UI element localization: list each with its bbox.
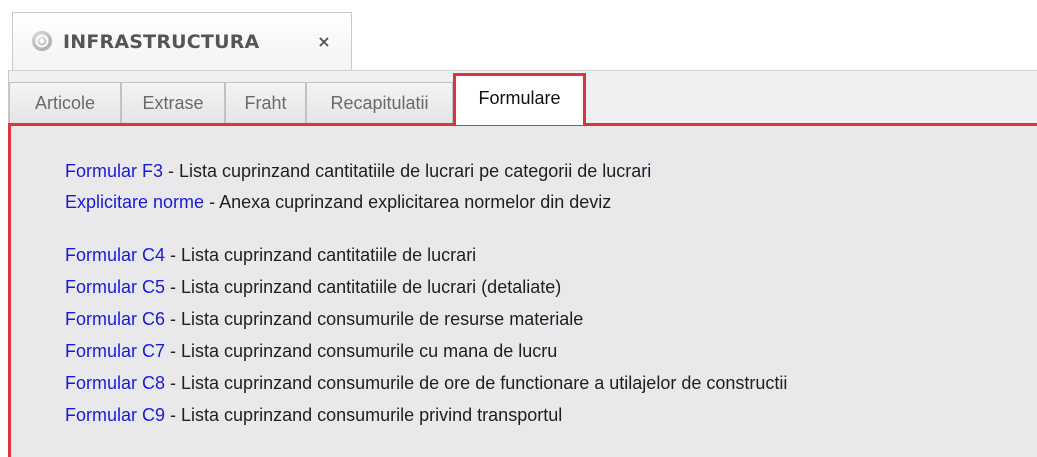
list-item-formular-f3: Formular F3 - Lista cuprinzand cantitati… [65,158,651,184]
document-tab-strip: INFRASTRUCTURA × [0,0,1037,70]
document-tab-infrastructura[interactable]: INFRASTRUCTURA × [12,12,352,70]
formular-c5-link[interactable]: Formular C5 [65,277,165,297]
tab-articole[interactable]: Articole [9,82,121,124]
formular-c4-link[interactable]: Formular C4 [65,245,165,265]
formular-c8-description: - Lista cuprinzand consumurile de ore de… [165,373,788,393]
formular-c6-description: - Lista cuprinzand consumurile de resurs… [165,309,584,329]
tab-fraht[interactable]: Fraht [225,82,306,124]
formular-f3-description: - Lista cuprinzand cantitatiile de lucra… [163,161,652,181]
list-item-formular-c5: Formular C5 - Lista cuprinzand cantitati… [65,274,561,300]
formular-c4-description: - Lista cuprinzand cantitatiile de lucra… [165,245,477,265]
tab-extrase[interactable]: Extrase [121,82,225,124]
formular-c9-link[interactable]: Formular C9 [65,405,165,425]
list-item-formular-c8: Formular C8 - Lista cuprinzand consumuri… [65,370,787,396]
app-window: INFRASTRUCTURA × Articole Extrase Fraht … [0,0,1037,457]
explicitare-norme-description: - Anexa cuprinzand explicitarea normelor… [204,192,612,212]
list-item-formular-c6: Formular C6 - Lista cuprinzand consumuri… [65,306,583,332]
formular-f3-link[interactable]: Formular F3 [65,161,163,181]
formular-c8-link[interactable]: Formular C8 [65,373,165,393]
document-tab-title: INFRASTRUCTURA [63,31,260,53]
formular-c5-description: - Lista cuprinzand cantitatiile de lucra… [165,277,562,297]
formulare-panel: Formular F3 - Lista cuprinzand cantitati… [8,123,1037,457]
explicitare-norme-link[interactable]: Explicitare norme [65,192,204,212]
tab-formulare[interactable]: Formulare [453,73,586,125]
list-item-formular-c4: Formular C4 - Lista cuprinzand cantitati… [65,242,476,268]
list-item-formular-c9: Formular C9 - Lista cuprinzand consumuri… [65,402,562,428]
list-item-explicitare-norme: Explicitare norme - Anexa cuprinzand exp… [65,189,611,215]
app-logo-icon [32,31,52,51]
formular-c6-link[interactable]: Formular C6 [65,309,165,329]
sub-tab-bar: Articole Extrase Fraht Recapitulatii For… [8,70,1037,126]
close-icon[interactable]: × [316,34,332,50]
formular-c9-description: - Lista cuprinzand consumurile privind t… [165,405,563,425]
formular-c7-link[interactable]: Formular C7 [65,341,165,361]
tab-recapitulatii[interactable]: Recapitulatii [306,82,453,124]
list-item-formular-c7: Formular C7 - Lista cuprinzand consumuri… [65,338,557,364]
formular-c7-description: - Lista cuprinzand consumurile cu mana d… [165,341,558,361]
